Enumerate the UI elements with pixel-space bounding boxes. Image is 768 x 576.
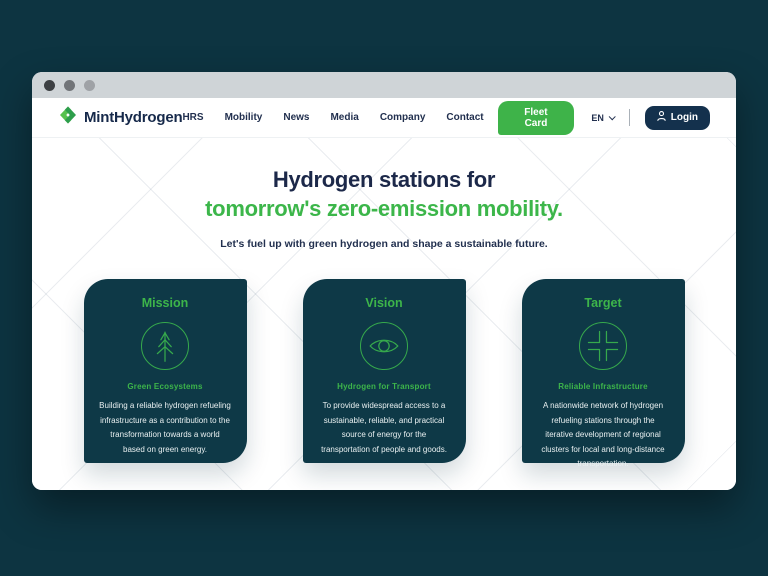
card-tagline: Reliable Infrastructure (533, 382, 674, 391)
language-label: EN (591, 113, 604, 123)
nav-item-media[interactable]: Media (330, 112, 358, 123)
info-cards-row: Mission Green Ecosystems Building a reli… (32, 279, 736, 463)
card-body-text: To provide widespread access to a sustai… (314, 399, 455, 457)
login-button[interactable]: Login (645, 106, 710, 130)
webpage: MintHydrogen HRS Mobility News Media Com… (32, 98, 736, 490)
main-nav: HRS Mobility News Media Company Contact (182, 112, 483, 123)
card-title: Target (533, 296, 674, 310)
card-title: Mission (95, 296, 236, 310)
chevron-down-icon (608, 113, 615, 120)
header-divider (629, 109, 630, 126)
card-body-text: Building a reliable hydrogen refueling i… (95, 399, 236, 457)
nav-item-hrs[interactable]: HRS (182, 112, 203, 123)
tree-icon (141, 322, 189, 370)
nav-item-company[interactable]: Company (380, 112, 426, 123)
browser-titlebar (32, 72, 736, 98)
person-icon (657, 111, 666, 124)
target-card: Target Reliable Infrastructure A nationw… (522, 279, 685, 463)
window-minimize-button[interactable] (64, 80, 75, 91)
card-body-text: A nationwide network of hydrogen refueli… (533, 399, 674, 472)
card-tagline: Green Ecosystems (95, 382, 236, 391)
intersection-icon (579, 322, 627, 370)
language-selector[interactable]: EN (591, 113, 614, 123)
site-header: MintHydrogen HRS Mobility News Media Com… (32, 98, 736, 138)
brand-logo-icon (58, 105, 78, 130)
window-close-button[interactable] (44, 80, 55, 91)
hero-section: Hydrogen stations for tomorrow's zero-em… (32, 165, 736, 250)
hero-title-line2: tomorrow's zero-emission mobility. (32, 194, 736, 223)
fleet-card-button[interactable]: Fleet Card (498, 101, 575, 135)
eye-icon (360, 322, 408, 370)
card-tagline: Hydrogen for Transport (314, 382, 455, 391)
nav-item-contact[interactable]: Contact (446, 112, 483, 123)
card-title: Vision (314, 296, 455, 310)
vision-card: Vision Hydrogen for Transport To provide… (303, 279, 466, 463)
nav-item-mobility[interactable]: Mobility (225, 112, 263, 123)
login-label: Login (671, 112, 698, 123)
window-maximize-button[interactable] (84, 80, 95, 91)
brand-logo[interactable]: MintHydrogen (58, 105, 182, 130)
brand-name: MintHydrogen (84, 109, 182, 126)
hero-subtitle: Let's fuel up with green hydrogen and sh… (32, 238, 736, 250)
browser-window: MintHydrogen HRS Mobility News Media Com… (32, 72, 736, 490)
hero-title-line1: Hydrogen stations for (32, 165, 736, 194)
nav-item-news[interactable]: News (283, 112, 309, 123)
mission-card: Mission Green Ecosystems Building a reli… (84, 279, 247, 463)
